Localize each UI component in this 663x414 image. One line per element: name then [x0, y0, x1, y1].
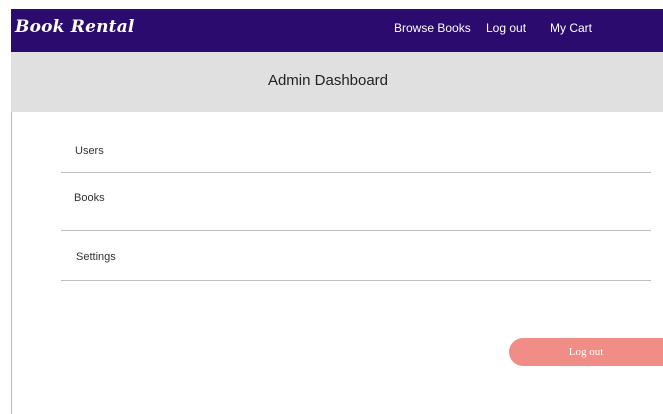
page-title: Admin Dashboard — [267, 72, 389, 89]
logout-button[interactable]: Log out — [509, 338, 663, 366]
menu-divider — [61, 172, 651, 173]
brand-logo[interactable]: Book Rental — [15, 17, 135, 37]
menu-item-users[interactable]: Users — [75, 145, 104, 157]
menu-item-settings[interactable]: Settings — [76, 251, 116, 263]
page: Book Rental Browse Books Log out My Cart… — [0, 0, 663, 414]
left-border — [11, 112, 12, 414]
nav-browse-books-link[interactable]: Browse Books — [394, 21, 471, 35]
title-band: Admin Dashboard — [11, 52, 663, 112]
nav-log-out-link[interactable]: Log out — [486, 21, 526, 35]
menu-divider — [61, 230, 651, 231]
menu-divider — [61, 280, 651, 281]
menu-item-books[interactable]: Books — [74, 192, 105, 204]
navbar: Book Rental Browse Books Log out My Cart — [11, 9, 663, 52]
nav-my-cart-link[interactable]: My Cart — [550, 21, 592, 35]
